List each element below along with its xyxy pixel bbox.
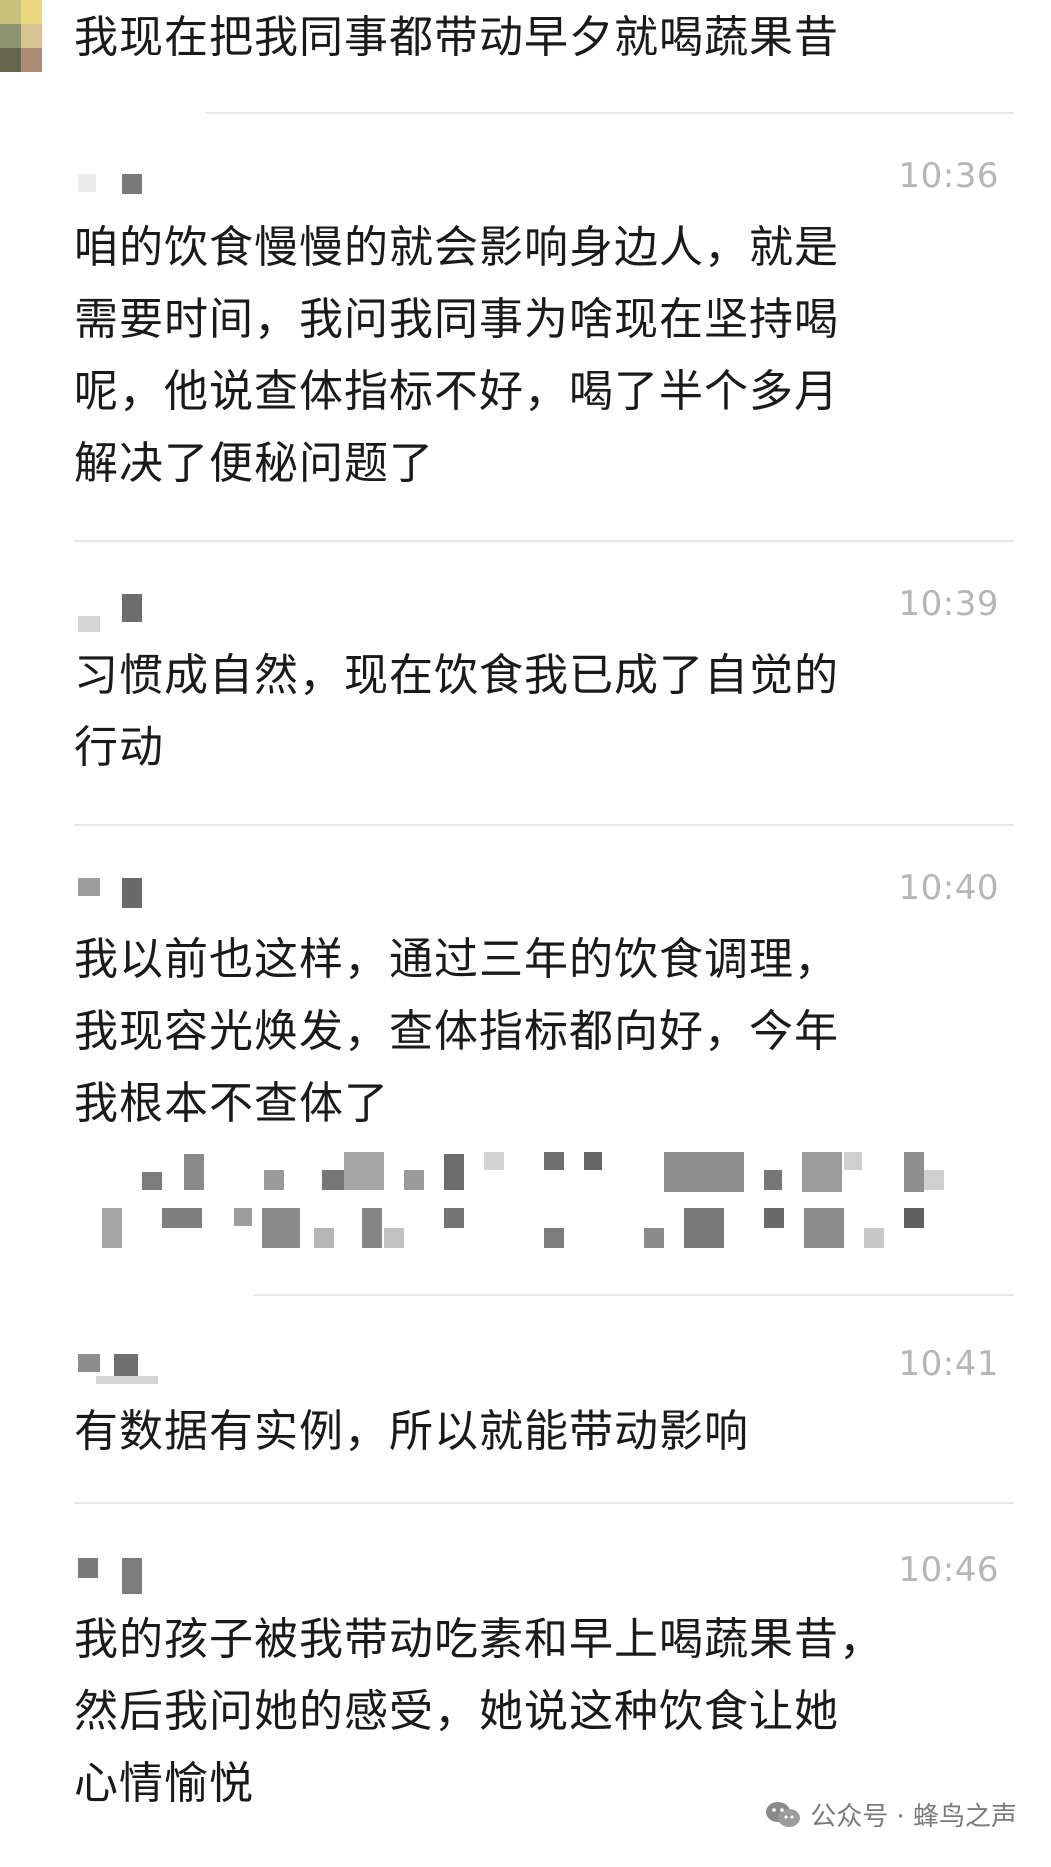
message-time: 10:40: [898, 868, 999, 908]
message-text: 我以前也这样，通过三年的饮食调理， 我现容光焕发，查体指标都向好，今年 我根本不…: [74, 934, 839, 1129]
avatar[interactable]: [0, 0, 42, 72]
censored-text-block: [74, 1148, 974, 1268]
chat-history: 我现在把我同事都带动早夕就喝蔬果昔 10:36 咱的饮食慢慢的就会影响身边人，就…: [0, 0, 1051, 1867]
message-time: 10:41: [898, 1344, 999, 1384]
message-text: 我的孩子被我带动吃素和早上喝蔬果昔， 然后我问她的感受，她说这种饮食让她 心情愉…: [74, 1614, 884, 1809]
divider: [74, 540, 1014, 542]
wechat-icon: [764, 1800, 802, 1830]
watermark: 公众号 · 蜂鸟之声: [764, 1796, 1017, 1833]
divider: [74, 1502, 1014, 1504]
message-text: 习惯成自然，现在饮食我已成了自觉的 行动: [74, 650, 839, 773]
divider: [74, 824, 1014, 826]
divider: [206, 112, 1014, 114]
message-text: 我现在把我同事都带动早夕就喝蔬果昔: [74, 12, 839, 63]
watermark-text: 公众号 · 蜂鸟之声: [810, 1802, 1017, 1832]
message-time: 10:36: [898, 156, 999, 196]
message-text: 咱的饮食慢慢的就会影响身边人，就是 需要时间，我问我同事为啥现在坚持喝 呢，他说…: [74, 222, 839, 489]
divider: [254, 1294, 1014, 1296]
message-time: 10:39: [898, 584, 999, 624]
message-time: 10:46: [898, 1550, 999, 1590]
message-text: 有数据有实例，所以就能带动影响: [74, 1406, 749, 1457]
